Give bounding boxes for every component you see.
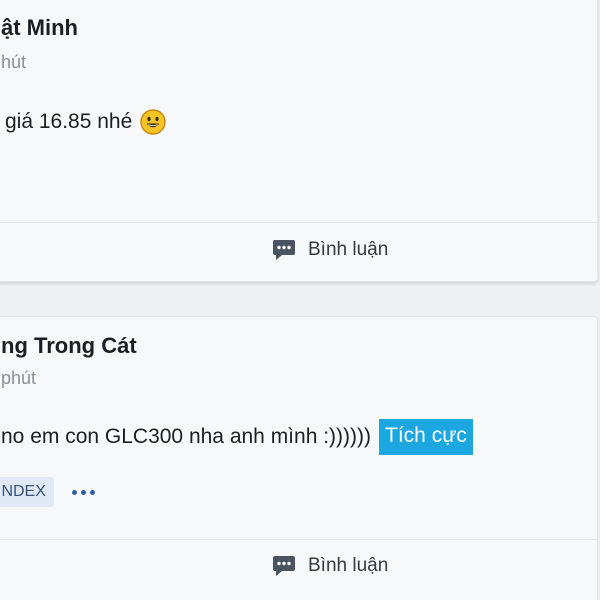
tag-row: INDEX [0, 477, 95, 507]
post-timestamp: phút [1, 368, 37, 388]
stock-tag[interactable]: INDEX [0, 477, 54, 507]
comment-button[interactable]: Bình luận [272, 555, 388, 577]
sentiment-badge: Tích cực [379, 419, 473, 455]
post-timestamp: hút [1, 52, 27, 72]
comment-feed: ật Minh hút giá 16.85 nhé Bình luận ng T… [0, 0, 600, 600]
post-text: giá 16.85 nhé [5, 110, 133, 133]
grinning-face-emoji-icon [140, 109, 167, 135]
post-divider [0, 222, 597, 223]
author-name[interactable]: ng Trong Cát [1, 333, 137, 359]
post-card: ng Trong Cát phút no em con GLC300 nha a… [0, 316, 598, 600]
more-options-icon[interactable] [71, 489, 95, 495]
comment-bubble-icon [273, 240, 295, 260]
post-card: ật Minh hút giá 16.85 nhé Bình luận [0, 0, 598, 282]
comment-button-label: Bình luận [308, 555, 389, 576]
comment-button[interactable]: Bình luận [272, 239, 388, 261]
post-divider [0, 539, 597, 540]
comment-bubble-icon [273, 556, 295, 576]
author-name[interactable]: ật Minh [1, 15, 78, 41]
comment-button-label: Bình luận [308, 239, 389, 260]
post-content: giá 16.85 nhé [5, 109, 167, 135]
post-content: no em con GLC300 nha anh mình :)))))) Tí… [1, 419, 473, 455]
post-text: no em con GLC300 nha anh mình :)))))) [1, 425, 372, 448]
